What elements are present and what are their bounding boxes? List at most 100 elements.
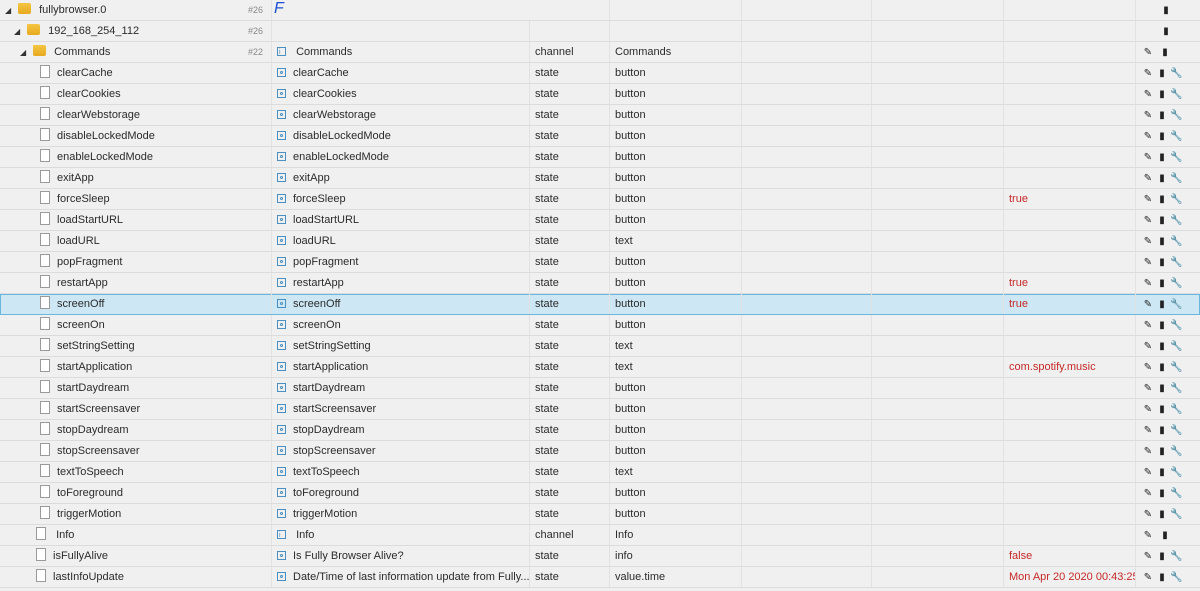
wrench-icon[interactable]: 🔧	[1170, 462, 1182, 482]
wrench-icon[interactable]: 🔧	[1170, 168, 1182, 188]
trash-icon[interactable]: ▮	[1156, 357, 1168, 377]
value-cell[interactable]	[1004, 84, 1136, 104]
tree-row-state[interactable]: loadStartURL loadStartURL state button ✎ ▮ 🔧	[0, 210, 1200, 231]
tree-row-state[interactable]: toForeground toForeground state button ✎ ▮ 🔧	[0, 483, 1200, 504]
trash-icon[interactable]: ▮	[1156, 546, 1168, 566]
wrench-icon[interactable]: 🔧	[1170, 126, 1182, 146]
pencil-icon[interactable]: ✎	[1142, 483, 1154, 503]
value-cell[interactable]	[1004, 252, 1136, 272]
pencil-icon[interactable]: ✎	[1142, 168, 1154, 188]
pencil-icon[interactable]: ✎	[1142, 231, 1154, 251]
wrench-icon[interactable]: 🔧	[1170, 378, 1182, 398]
wrench-icon[interactable]: 🔧	[1170, 231, 1182, 251]
value-cell[interactable]	[1004, 105, 1136, 125]
pencil-icon[interactable]: ✎	[1142, 546, 1154, 566]
wrench-icon[interactable]: 🔧	[1170, 399, 1182, 419]
trash-icon[interactable]: ▮	[1160, 0, 1172, 20]
pencil-icon[interactable]: ✎	[1142, 357, 1154, 377]
trash-icon[interactable]: ▮	[1156, 168, 1168, 188]
tree-row-state[interactable]: clearCache clearCache state button ✎ ▮ 🔧	[0, 63, 1200, 84]
trash-icon[interactable]: ▮	[1156, 294, 1168, 314]
wrench-icon[interactable]: 🔧	[1170, 252, 1182, 272]
value-cell[interactable]: com.spotify.music	[1004, 357, 1136, 377]
pencil-icon[interactable]: ✎	[1142, 252, 1154, 272]
pencil-icon[interactable]: ✎	[1142, 462, 1154, 482]
tree-row-state[interactable]: exitApp exitApp state button ✎ ▮ 🔧	[0, 168, 1200, 189]
tree-row-state[interactable]: startApplication startApplication state tex…	[0, 357, 1200, 378]
trash-icon[interactable]: ▮	[1156, 441, 1168, 461]
trash-icon[interactable]: ▮	[1156, 105, 1168, 125]
tree-row-state[interactable]: forceSleep forceSleep state button true ✎ ▮ 🔧	[0, 189, 1200, 210]
tree-row-state[interactable]: enableLockedMode enableLockedMode state but…	[0, 147, 1200, 168]
value-cell[interactable]	[1004, 168, 1136, 188]
value-cell[interactable]	[1004, 399, 1136, 419]
pencil-icon[interactable]: ✎	[1142, 210, 1154, 230]
value-cell[interactable]	[1004, 147, 1136, 167]
wrench-icon[interactable]: 🔧	[1170, 105, 1182, 125]
tree-row-state[interactable]: screenOff screenOff state button true ✎ ▮ 🔧	[0, 294, 1200, 315]
trash-icon[interactable]: ▮	[1156, 315, 1168, 335]
value-cell[interactable]	[1004, 315, 1136, 335]
tree-row-state[interactable]: disableLockedMode disableLockedMode state b…	[0, 126, 1200, 147]
tree-row-root[interactable]: ◢ fullybrowser.0 #26 F ▮	[0, 0, 1200, 21]
trash-icon[interactable]: ▮	[1156, 147, 1168, 167]
trash-icon[interactable]: ▮	[1156, 210, 1168, 230]
pencil-icon[interactable]: ✎	[1142, 126, 1154, 146]
value-cell[interactable]	[1004, 504, 1136, 524]
trash-icon[interactable]: ▮	[1156, 63, 1168, 83]
tree-row-state[interactable]: triggerMotion triggerMotion state button ✎ ▮ 🔧	[0, 504, 1200, 525]
pencil-icon[interactable]: ✎	[1142, 378, 1154, 398]
wrench-icon[interactable]: 🔧	[1170, 546, 1182, 566]
wrench-icon[interactable]: 🔧	[1170, 63, 1182, 83]
trash-icon[interactable]: ▮	[1156, 399, 1168, 419]
wrench-icon[interactable]: 🔧	[1170, 315, 1182, 335]
value-cell[interactable]	[1004, 378, 1136, 398]
trash-icon[interactable]: ▮	[1156, 273, 1168, 293]
pencil-icon[interactable]: ✎	[1142, 273, 1154, 293]
pencil-icon[interactable]: ✎	[1142, 189, 1154, 209]
value-cell[interactable]	[1004, 483, 1136, 503]
value-cell[interactable]	[1004, 126, 1136, 146]
tree-row-state[interactable]: setStringSetting setStringSetting state tex…	[0, 336, 1200, 357]
pencil-icon[interactable]: ✎	[1142, 525, 1154, 545]
value-cell[interactable]	[1004, 336, 1136, 356]
wrench-icon[interactable]: 🔧	[1170, 147, 1182, 167]
trash-icon[interactable]: ▮	[1156, 84, 1168, 104]
tree-row-state[interactable]: popFragment popFragment state button ✎ ▮ 🔧	[0, 252, 1200, 273]
tree-row-state[interactable]: restartApp restartApp state button true ✎ ▮ 🔧	[0, 273, 1200, 294]
trash-icon[interactable]: ▮	[1156, 231, 1168, 251]
wrench-icon[interactable]: 🔧	[1170, 294, 1182, 314]
wrench-icon[interactable]: 🔧	[1170, 567, 1182, 587]
value-cell[interactable]: true	[1004, 273, 1136, 293]
tree-row-state[interactable]: loadURL loadURL state text ✎ ▮ 🔧	[0, 231, 1200, 252]
trash-icon[interactable]: ▮	[1156, 504, 1168, 524]
value-cell[interactable]	[1004, 231, 1136, 251]
tree-row-device[interactable]: ◢ 192_168_254_112 #26 ▮	[0, 21, 1200, 42]
pencil-icon[interactable]: ✎	[1142, 441, 1154, 461]
pencil-icon[interactable]: ✎	[1142, 399, 1154, 419]
trash-icon[interactable]: ▮	[1156, 462, 1168, 482]
wrench-icon[interactable]: 🔧	[1170, 357, 1182, 377]
trash-icon[interactable]: ▮	[1156, 420, 1168, 440]
value-cell[interactable]: true	[1004, 189, 1136, 209]
pencil-icon[interactable]: ✎	[1142, 105, 1154, 125]
value-cell[interactable]	[1004, 63, 1136, 83]
trash-icon[interactable]: ▮	[1156, 126, 1168, 146]
tree-row-state[interactable]: startScreensaver startScreensaver state but…	[0, 399, 1200, 420]
pencil-icon[interactable]: ✎	[1142, 336, 1154, 356]
value-cell[interactable]	[1004, 420, 1136, 440]
tree-row-state[interactable]: clearWebstorage clearWebstorage state butto…	[0, 105, 1200, 126]
pencil-icon[interactable]: ✎	[1142, 294, 1154, 314]
pencil-icon[interactable]: ✎	[1142, 42, 1154, 62]
pencil-icon[interactable]: ✎	[1142, 420, 1154, 440]
tree-row-state[interactable]: clearCookies clearCookies state button ✎ ▮ 🔧	[0, 84, 1200, 105]
tree-row-state[interactable]: screenOn screenOn state button ✎ ▮ 🔧	[0, 315, 1200, 336]
trash-icon[interactable]: ▮	[1159, 525, 1171, 545]
tree-row-info[interactable]: Info Info channel Info ✎ ▮	[0, 525, 1200, 546]
tree-row-state[interactable]: stopDaydream stopDaydream state button ✎ ▮ 🔧	[0, 420, 1200, 441]
wrench-icon[interactable]: 🔧	[1170, 84, 1182, 104]
trash-icon[interactable]: ▮	[1156, 252, 1168, 272]
wrench-icon[interactable]: 🔧	[1170, 504, 1182, 524]
wrench-icon[interactable]: 🔧	[1170, 210, 1182, 230]
pencil-icon[interactable]: ✎	[1142, 315, 1154, 335]
